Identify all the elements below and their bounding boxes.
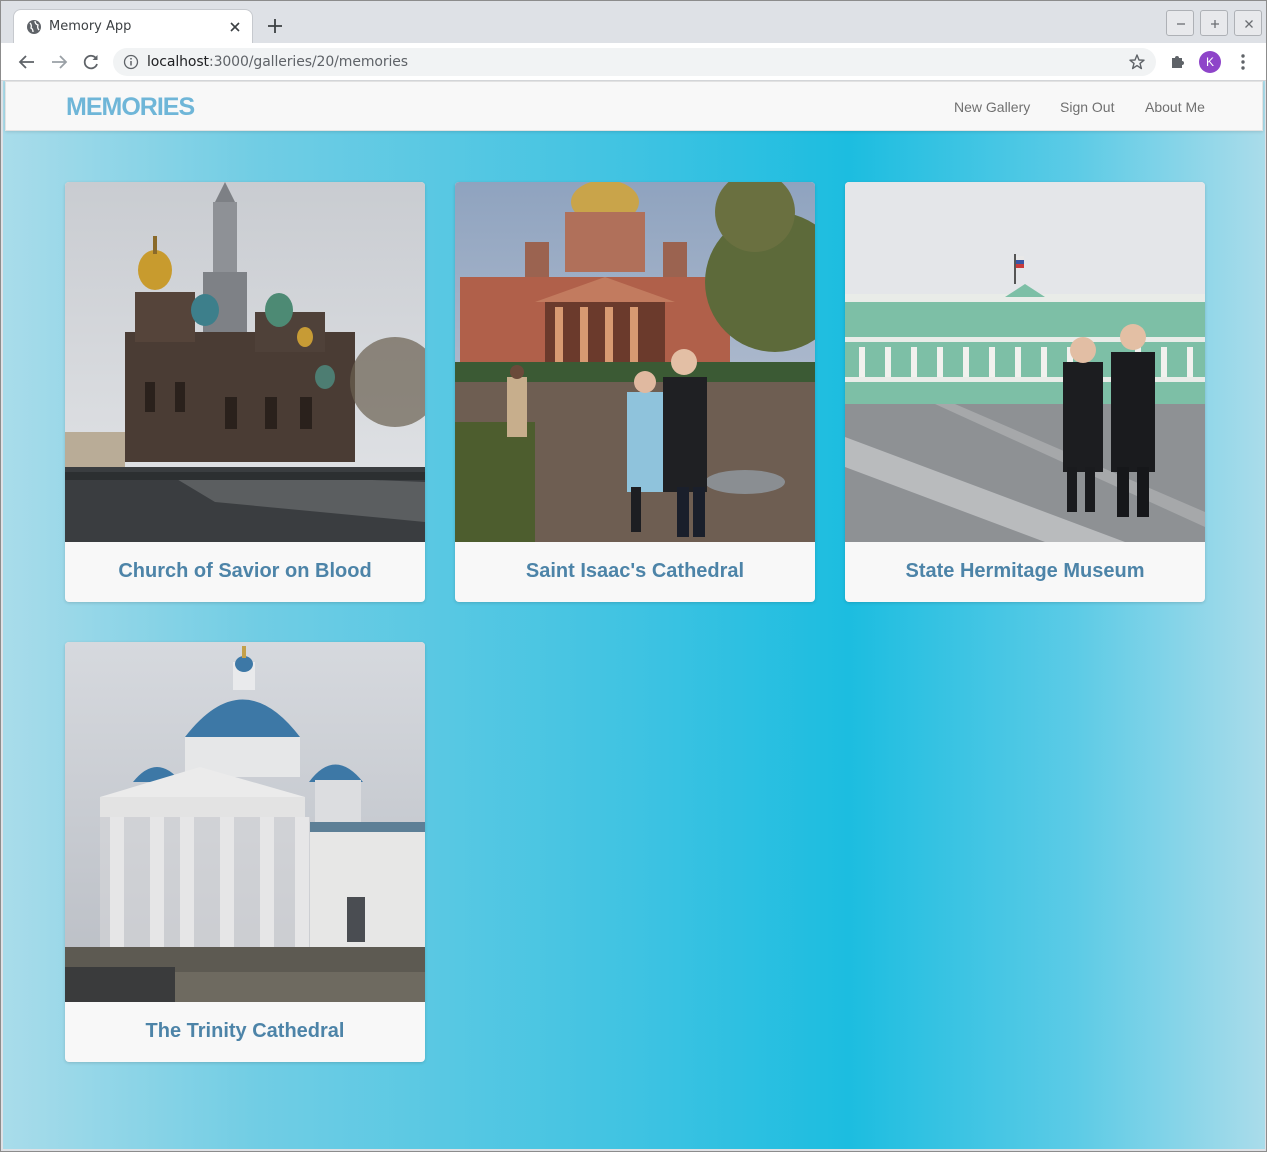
address-bar[interactable]: localhost:3000/galleries/20/memories [113, 48, 1156, 76]
minimize-icon [1177, 23, 1185, 25]
memory-photo-trinity[interactable] [65, 642, 425, 1002]
memory-title[interactable]: Church of Savior on Blood [65, 560, 425, 583]
nav-sign-out[interactable]: Sign Out [1060, 99, 1114, 115]
memory-photo-hermitage[interactable] [845, 182, 1205, 542]
reload-icon[interactable] [81, 52, 101, 72]
forward-arrow-icon[interactable] [49, 52, 69, 72]
browser-toolbar: localhost:3000/galleries/20/memories K [1, 43, 1266, 81]
url-host: localhost [147, 54, 209, 70]
close-tab-icon[interactable] [226, 18, 244, 36]
close-window-icon [1245, 20, 1253, 28]
memory-title[interactable]: Saint Isaac's Cathedral [455, 560, 815, 583]
maximize-icon [1211, 20, 1219, 28]
memory-card[interactable]: State Hermitage Museum [845, 182, 1205, 602]
browser-window: Memory App localhost:3000/galleries/20/m… [0, 0, 1267, 1152]
menu-kebab-icon[interactable] [1233, 52, 1253, 72]
memory-title[interactable]: The Trinity Cathedral [65, 1020, 425, 1043]
profile-avatar[interactable]: K [1199, 51, 1221, 73]
memory-photo-church[interactable] [65, 182, 425, 542]
browser-tab[interactable]: Memory App [13, 9, 253, 45]
new-tab-icon[interactable] [265, 16, 285, 36]
brand-logo[interactable]: MEMORIES [66, 93, 195, 122]
memory-card[interactable]: Church of Savior on Blood [65, 182, 425, 602]
memory-card[interactable]: Saint Isaac's Cathedral [455, 182, 815, 602]
page-viewport: MEMORIES New Gallery Sign Out About Me C… [3, 81, 1265, 1149]
tab-strip: Memory App [1, 1, 1266, 45]
extensions-puzzle-icon[interactable] [1168, 52, 1188, 72]
nav-new-gallery[interactable]: New Gallery [954, 99, 1030, 115]
back-arrow-icon[interactable] [17, 52, 37, 72]
minimize-button[interactable] [1166, 10, 1194, 36]
memory-photo-cathedral[interactable] [455, 182, 815, 542]
tab-title: Memory App [49, 19, 132, 34]
memory-title[interactable]: State Hermitage Museum [845, 560, 1205, 583]
nav-about-me[interactable]: About Me [1145, 99, 1205, 115]
url-text[interactable]: localhost:3000/galleries/20/memories [147, 54, 408, 70]
bookmark-star-icon[interactable] [1128, 53, 1146, 71]
memory-card[interactable]: The Trinity Cathedral [65, 642, 425, 1062]
info-icon[interactable] [123, 54, 139, 70]
maximize-button[interactable] [1200, 10, 1228, 36]
close-window-button[interactable] [1234, 10, 1262, 36]
url-path: :3000/galleries/20/memories [208, 54, 408, 70]
globe-icon [27, 20, 41, 34]
app-navbar: MEMORIES New Gallery Sign Out About Me [5, 81, 1263, 131]
